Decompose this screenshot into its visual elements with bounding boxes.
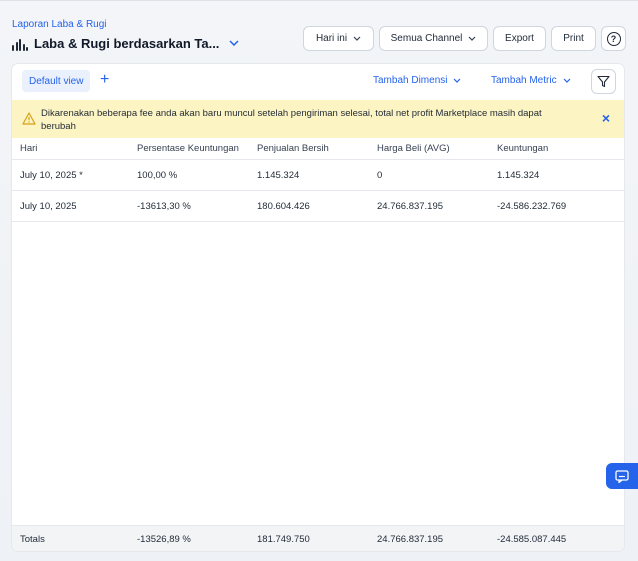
column-header-keuntungan[interactable]: Keuntungan <box>497 143 548 154</box>
cell-penjualan: 180.604.426 <box>257 200 310 212</box>
cell-hari: July 10, 2025 <box>20 200 77 212</box>
cell-persentase: 100,00 % <box>137 169 178 181</box>
column-header-hari[interactable]: Hari <box>20 143 37 154</box>
cell-keuntungan: 1.145.324 <box>497 169 540 181</box>
add-metric-dropdown[interactable]: Tambah Metric <box>491 75 571 86</box>
help-icon: ? <box>606 31 621 46</box>
totals-harga-beli: 24.766.837.195 <box>377 534 444 545</box>
channel-filter-label: Semua Channel <box>390 33 463 44</box>
warning-icon <box>22 112 36 125</box>
page-title: Laba & Rugi berdasarkan Ta... <box>34 36 220 51</box>
chevron-down-icon <box>353 34 361 43</box>
cell-persentase: -13613,30 % <box>137 200 191 212</box>
help-button[interactable]: ? <box>601 26 626 51</box>
cell-harga-beli: 24.766.837.195 <box>377 200 444 212</box>
date-filter-label: Hari ini <box>315 33 348 44</box>
chevron-down-icon <box>563 76 571 85</box>
bar-chart-icon <box>12 37 28 51</box>
chevron-down-icon <box>468 34 476 43</box>
report-card: Default view + Tambah Dimensi Tambah Met… <box>12 64 624 551</box>
page: Laporan Laba & Rugi Laba & Rugi berdasar… <box>0 0 638 561</box>
column-header-harga-beli[interactable]: Harga Beli (AVG) <box>377 143 450 154</box>
warning-banner: Dikarenakan beberapa fee anda akan baru … <box>12 100 624 138</box>
totals-persentase: -13526,89 % <box>137 534 191 545</box>
chevron-down-icon <box>229 38 239 49</box>
page-header: Laporan Laba & Rugi Laba & Rugi berdasar… <box>12 19 626 59</box>
chat-icon <box>615 469 629 483</box>
totals-row: Totals -13526,89 % 181.749.750 24.766.83… <box>12 525 624 551</box>
export-button[interactable]: Export <box>493 26 546 51</box>
report-title-selector[interactable]: Laba & Rugi berdasarkan Ta... <box>12 36 239 51</box>
filter-icon <box>597 75 610 88</box>
print-button[interactable]: Print <box>551 26 596 51</box>
column-header-persentase-keuntungan[interactable]: Persentase Keuntungan <box>137 143 239 154</box>
cell-hari: July 10, 2025 * <box>20 169 83 181</box>
totals-label: Totals <box>20 534 45 545</box>
report-table: Hari Persentase Keuntungan Penjualan Ber… <box>12 138 624 222</box>
warning-text: Dikarenakan beberapa fee anda akan baru … <box>41 108 542 132</box>
table-row: July 10, 2025 -13613,30 % 180.604.426 24… <box>12 191 624 222</box>
report-toolbar: Default view + Tambah Dimensi Tambah Met… <box>12 64 624 98</box>
breadcrumb[interactable]: Laporan Laba & Rugi <box>12 19 107 30</box>
channel-filter-dropdown[interactable]: Semua Channel <box>379 26 488 51</box>
totals-penjualan: 181.749.750 <box>257 534 310 545</box>
add-dimension-label: Tambah Dimensi <box>373 75 448 86</box>
tab-default-view[interactable]: Default view <box>22 70 91 92</box>
filter-button[interactable] <box>591 69 616 94</box>
close-icon[interactable]: × <box>602 111 610 125</box>
chat-support-button[interactable] <box>606 463 638 489</box>
totals-keuntungan: -24.585.087.445 <box>497 534 567 545</box>
cell-keuntungan: -24.586.232.769 <box>497 200 567 212</box>
add-view-button[interactable]: + <box>100 71 109 89</box>
date-filter-dropdown[interactable]: Hari ini <box>303 26 374 51</box>
header-actions: Hari ini Semua Channel Export Print ? <box>303 26 626 51</box>
table-row: July 10, 2025 * 100,00 % 1.145.324 0 1.1… <box>12 160 624 191</box>
chevron-down-icon <box>453 76 461 85</box>
table-header: Hari Persentase Keuntungan Penjualan Ber… <box>12 138 624 160</box>
add-dimension-dropdown[interactable]: Tambah Dimensi <box>373 75 461 86</box>
cell-penjualan: 1.145.324 <box>257 169 300 181</box>
column-header-penjualan-bersih[interactable]: Penjualan Bersih <box>257 143 329 154</box>
cell-harga-beli: 0 <box>377 169 383 181</box>
add-metric-label: Tambah Metric <box>491 75 557 86</box>
